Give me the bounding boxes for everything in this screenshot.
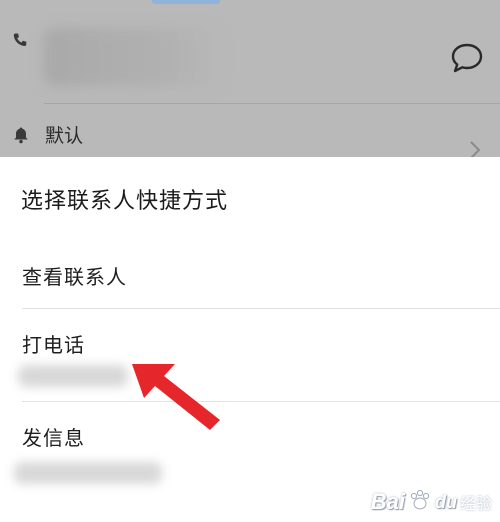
phone-icon (12, 32, 28, 52)
option-call[interactable]: 打电话 (0, 309, 500, 401)
ringtone-default-label: 默认 (45, 125, 84, 147)
option-send-message-label: 发信息 (22, 426, 85, 450)
divider (44, 103, 500, 104)
option-view-contact-label: 查看联系人 (22, 265, 127, 289)
paw-logo-icon (408, 488, 432, 516)
shortcut-action-sheet: 选择联系人快捷方式 查看联系人 打电话 发信息 (0, 157, 500, 522)
message-bubble-icon[interactable] (450, 42, 484, 78)
option-view-contact[interactable]: 查看联系人 (0, 245, 500, 305)
baidu-jingyan-watermark: Bai du 经验 (371, 488, 492, 516)
blurred-call-number (18, 365, 128, 387)
tab-indicator (152, 0, 220, 4)
watermark-bai: Bai (370, 489, 405, 514)
watermark-du: du (434, 491, 457, 512)
blurred-message-number (14, 462, 162, 484)
contact-detail-background: 默认 (0, 0, 500, 157)
chevron-right-icon (468, 140, 482, 157)
option-call-label: 打电话 (22, 333, 85, 357)
bell-icon (13, 126, 29, 148)
sheet-title: 选择联系人快捷方式 (21, 189, 229, 214)
watermark-jingyan: 经验 (459, 494, 492, 513)
blurred-phone-number (44, 28, 220, 86)
red-arrow-annotation-icon (120, 350, 230, 439)
